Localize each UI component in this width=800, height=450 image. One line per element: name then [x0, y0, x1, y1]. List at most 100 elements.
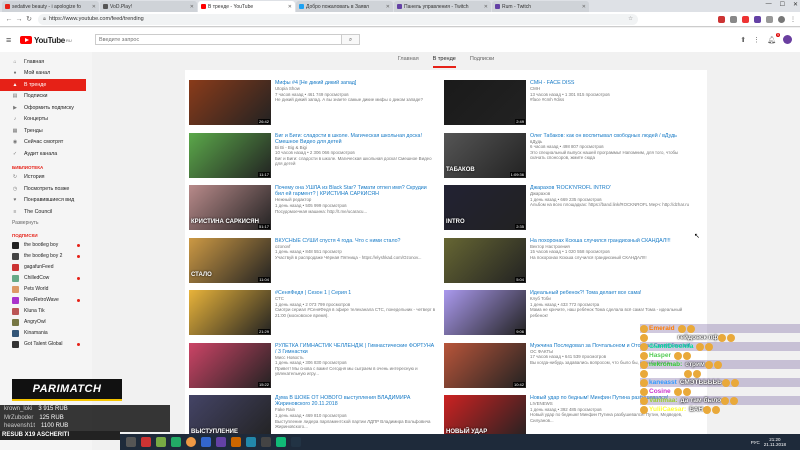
sidebar-library-item[interactable]: ↻ История	[0, 172, 92, 184]
subscription-item[interactable]: NewRetroWave	[0, 295, 92, 306]
video-thumbnail[interactable]: 11:17	[189, 132, 271, 178]
browser-tab[interactable]: Rum - Twitch ✕	[492, 1, 589, 12]
tab-close-icon[interactable]: ✕	[190, 4, 194, 10]
extension-icon[interactable]	[766, 15, 773, 23]
notifications-icon[interactable]: 🔔︎ 9	[767, 32, 780, 44]
app-icon[interactable]	[261, 437, 271, 447]
chat-message: Hasper	[640, 351, 800, 360]
video-duration: 10:42	[512, 381, 525, 387]
video-title[interactable]: Дума В ШОКЕ ОТ НОВОГО выступления ВЛАДИМ…	[275, 395, 436, 407]
video-title[interactable]: РУЛЕТКА ГИМНАСТИК ЧЕЛЛЕНДЖ | Гимнастичес…	[275, 343, 436, 355]
back-icon[interactable]: ←	[4, 16, 14, 23]
chat-nick: Cosine	[649, 388, 671, 395]
app-icon[interactable]	[276, 437, 286, 447]
sidebar-library-item[interactable]: Развернуть	[0, 218, 92, 228]
tab-close-icon[interactable]: ✕	[92, 4, 96, 10]
apps-icon[interactable]: ⋮	[753, 36, 760, 44]
browser-tab[interactable]: VoD.Play! ✕	[100, 1, 197, 12]
video-thumbnail[interactable]: 15:22	[189, 342, 271, 388]
video-thumbnail[interactable]: 26:42	[189, 80, 271, 125]
subscription-item[interactable]: the bootleg boy 2	[0, 251, 92, 262]
youtube-logo[interactable]: YouTube RU	[20, 36, 72, 45]
video-thumbnail[interactable]: СТАЛО 11:04	[189, 237, 271, 283]
guide-menu-icon[interactable]: ≡	[6, 35, 18, 45]
tab-close-icon[interactable]: ✕	[386, 4, 390, 10]
upload-icon[interactable]: ⬆	[740, 36, 746, 44]
subscription-item[interactable]: ChilledCow	[0, 273, 92, 284]
sidebar-item[interactable]: ♪ Концерты	[0, 114, 92, 126]
sidebar-item[interactable]: ▲ В тренде	[0, 79, 86, 91]
browser-tab[interactable]: В тренде - YouTube ✕	[198, 1, 295, 12]
video-title[interactable]: Почему она УШЛА из Black Star? Тимати от…	[275, 185, 436, 197]
sidebar-library-item[interactable]: ≡ The Council	[0, 206, 92, 218]
bookmark-star-icon[interactable]: ☆	[628, 16, 633, 22]
tab-close-icon[interactable]: ✕	[484, 4, 488, 10]
search-button[interactable]: ⌕	[341, 35, 359, 44]
subscription-item[interactable]: gagafunFeed	[0, 262, 92, 273]
feed-tab[interactable]: В тренде	[432, 52, 456, 68]
subscription-item[interactable]: the bootleg boy	[0, 240, 92, 251]
extension-icon[interactable]	[730, 15, 737, 23]
sidebar-library-item[interactable]: ♥ Понравившиеся вид	[0, 195, 92, 207]
forward-icon[interactable]: →	[14, 16, 24, 23]
browser-tab[interactable]: Панель управления - Twitch ✕	[394, 1, 491, 12]
channel-avatar	[12, 340, 19, 348]
subscription-item[interactable]: Got Talent Global	[0, 339, 92, 350]
app-icon[interactable]	[246, 437, 256, 447]
tab-close-icon[interactable]: ✕	[582, 4, 586, 10]
sponsor-banner: PARIMATCH	[12, 379, 122, 401]
video-title[interactable]: Биг и Биги: сладости в школе. Магическая…	[275, 133, 436, 145]
close-icon[interactable]: ✕	[793, 1, 798, 8]
browser-tab[interactable]: Добро пожаловать в Заявл ✕	[296, 1, 393, 12]
sidebar-item[interactable]: ● Мой канал	[0, 68, 92, 80]
subscription-item[interactable]: Kinamania	[0, 328, 92, 339]
thumbnail-caption: INTRO	[446, 219, 465, 225]
video-title[interactable]: На похоронах Ксюша случился грандиозный …	[530, 238, 691, 244]
extension-icon[interactable]	[754, 15, 761, 23]
minimize-icon[interactable]: —	[766, 1, 772, 8]
subscription-item[interactable]: Pets World	[0, 284, 92, 295]
avatar[interactable]	[783, 35, 792, 44]
subscription-item[interactable]: AngryOwl	[0, 317, 92, 328]
video-thumbnail[interactable]: КРИСТИНА САРКИСЯН 51:17	[189, 185, 271, 230]
sidebar-item[interactable]: ▦ Тренды	[0, 125, 92, 137]
sidebar-item[interactable]: ▶ Оформить подписку	[0, 102, 92, 114]
app-icon[interactable]	[171, 437, 181, 447]
video-thumbnail[interactable]: 2:49	[444, 80, 526, 125]
video-thumbnail[interactable]: 5:04	[444, 237, 526, 283]
video-thumbnail[interactable]: 21:29	[189, 290, 271, 335]
subscription-item[interactable]: Kluna Tik	[0, 306, 92, 317]
sidebar-item[interactable]: ◉ Сейчас смотрят	[0, 137, 92, 149]
tab-close-icon[interactable]: ✕	[288, 4, 292, 10]
app-icon[interactable]	[141, 437, 151, 447]
feed-tab[interactable]: Главная	[398, 52, 419, 68]
extension-icon[interactable]	[742, 15, 749, 23]
menu-icon[interactable]: ⋮	[790, 16, 796, 23]
chrome-icon[interactable]	[186, 437, 196, 447]
video-thumbnail[interactable]: INTRO 2:35	[444, 185, 526, 230]
sidebar-item[interactable]: ✓ Аудит канала	[0, 148, 92, 160]
sidebar-library-item[interactable]: ◷ Посмотреть позже	[0, 183, 92, 195]
video-thumbnail[interactable]: ТАБАКОВ 1:09:36	[444, 132, 526, 178]
steam-icon[interactable]	[291, 437, 301, 447]
video-thumbnail[interactable]: 10:42	[444, 342, 526, 388]
app-icon[interactable]	[216, 437, 226, 447]
video-title[interactable]: Олег Табаков: как он воспитывал свободны…	[530, 133, 691, 139]
video-thumbnail[interactable]: 9:06	[444, 290, 526, 335]
app-icon[interactable]	[126, 437, 136, 447]
logo-region: RU	[65, 37, 72, 43]
search-input[interactable]	[96, 35, 341, 44]
chat-nick: Vanimaa:	[649, 397, 678, 404]
sidebar-item[interactable]: ▤ Подписки	[0, 91, 92, 103]
sidebar-item[interactable]: ⌂ Главная	[0, 56, 92, 68]
feed-tab[interactable]: Подписки	[470, 52, 494, 68]
profile-icon[interactable]	[778, 15, 785, 23]
app-icon[interactable]	[156, 437, 166, 447]
app-icon[interactable]	[231, 437, 241, 447]
app-icon[interactable]	[201, 437, 211, 447]
maximize-icon[interactable]: ☐	[780, 1, 785, 8]
url-field[interactable]: 🔒︎ https://www.youtube.com/feed/trending…	[38, 13, 638, 25]
browser-tab[interactable]: sedative beauty - i apologize fo ✕	[2, 1, 99, 12]
extension-icon[interactable]	[718, 15, 725, 23]
reload-icon[interactable]: ↻	[24, 15, 34, 23]
